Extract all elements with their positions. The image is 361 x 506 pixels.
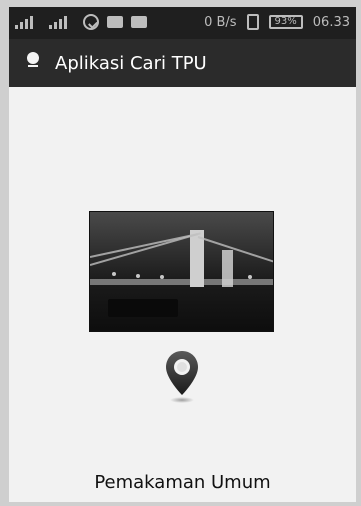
bridge-deck (90, 279, 273, 285)
bridge-light (112, 272, 116, 276)
bridge-tower-right (222, 250, 233, 287)
app-screen: 0 B/s 93% 06.33 Aplikasi Cari TPU Pemaka… (9, 7, 356, 502)
caption-title: Pemakaman Umum (94, 472, 271, 493)
status-left-icons (15, 14, 147, 30)
whatsapp-icon (83, 14, 99, 30)
hero-image (89, 211, 274, 332)
battery-level: 93% (274, 16, 297, 27)
vibrate-icon (246, 14, 259, 30)
signal-icon-2 (49, 15, 75, 29)
app-action-bar: Aplikasi Cari TPU (9, 39, 356, 87)
lightbulb-icon-base (28, 65, 38, 67)
chat-icon (107, 16, 123, 28)
signal-icon (15, 15, 41, 29)
lightbulb-icon (21, 49, 45, 77)
hero-sky (90, 212, 273, 284)
location-pin-icon (166, 351, 198, 403)
app-title: Aplikasi Cari TPU (55, 52, 207, 74)
device-frame: 0 B/s 93% 06.33 Aplikasi Cari TPU Pemaka… (0, 0, 361, 506)
clock-time: 06.33 (312, 14, 350, 30)
bridge-light (248, 275, 252, 279)
chat-icon-2 (131, 16, 147, 28)
battery-icon: 93% (268, 15, 303, 29)
bridge-light (160, 275, 164, 279)
status-bar: 0 B/s 93% 06.33 (9, 7, 356, 39)
boat (108, 299, 178, 317)
bridge-light (136, 274, 140, 278)
network-speed: 0 B/s (204, 14, 237, 30)
lightbulb-icon-bulb (27, 52, 39, 64)
main-content: Pemakaman Umum (9, 87, 356, 502)
status-right: 0 B/s 93% 06.33 (204, 14, 350, 30)
